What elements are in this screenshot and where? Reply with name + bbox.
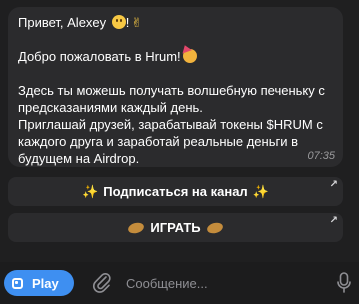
play-game-button[interactable]: ИГРАТЬ ↗	[8, 213, 343, 242]
subscribe-channel-button[interactable]: ✨ Подписаться на канал ✨ ↗	[8, 177, 343, 206]
message-body-line-5: будущем на Airdrop.	[18, 151, 140, 166]
external-link-arrow-icon: ↗	[329, 215, 338, 226]
sparkles-icon: ✨	[252, 183, 269, 199]
play-game-button-label: ИГРАТЬ	[150, 220, 201, 235]
fortune-cookie-icon	[205, 220, 224, 235]
message-body-line-2: предсказаниями каждый день.	[18, 100, 203, 115]
message-greeting-line: Привет, Alexey ! ✌	[18, 14, 333, 31]
message-body-line-4: каждого друга и заработай реальные деньг…	[18, 134, 299, 149]
greeting-text: Привет, Alexey	[18, 15, 110, 30]
message-timestamp: 07:35	[307, 150, 335, 162]
microphone-icon[interactable]	[337, 272, 351, 294]
sparkles-icon: ✨	[82, 183, 99, 199]
subscribe-button-label: Подписаться на канал	[103, 184, 248, 199]
message-welcome-line: Добро пожаловать в Hrum!	[18, 48, 333, 65]
fortune-cookie-icon	[127, 220, 146, 235]
greeting-bang: !	[125, 15, 130, 30]
message-input[interactable]	[126, 274, 326, 292]
app-square-icon	[12, 277, 23, 289]
message-body-line-1: Здесь ты можешь получать волшебную печен…	[18, 83, 325, 98]
play-menu-button[interactable]: Play	[4, 270, 74, 296]
external-link-arrow-icon: ↗	[329, 179, 338, 190]
paperclip-icon[interactable]	[92, 271, 112, 295]
victory-hand-icon: ✌	[131, 15, 143, 30]
message-body-line-3: Приглашай друзей, зарабатывай токены $HR…	[18, 117, 323, 132]
bot-message-bubble: Привет, Alexey ! ✌ Добро пожаловать в Hru…	[8, 7, 343, 167]
welcome-text: Добро пожаловать в Hrum!	[18, 49, 181, 64]
play-button-label: Play	[32, 275, 59, 291]
chat-area: Привет, Alexey ! ✌ Добро пожаловать в Hru…	[0, 0, 359, 262]
message-input-bar: Play	[0, 262, 359, 304]
partying-face-icon	[182, 49, 197, 63]
smiling-face-icon	[111, 15, 126, 29]
